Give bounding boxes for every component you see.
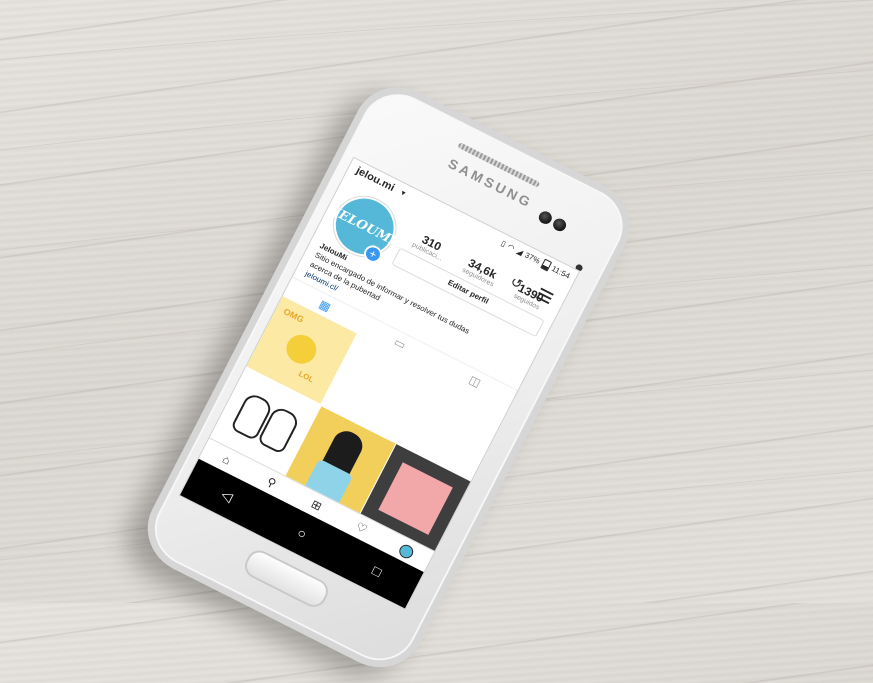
post-text: OMG — [281, 306, 306, 325]
post-text: LOL — [297, 369, 316, 385]
pink-note-illustration — [378, 461, 454, 535]
status-time: 11:54 — [550, 264, 572, 281]
battery-percent: 37% — [523, 250, 542, 266]
chevron-down-icon[interactable]: ▾ — [400, 188, 408, 197]
wifi-icon: ◠ — [506, 242, 517, 253]
signal-icon: ◢ — [515, 246, 525, 257]
avatar-logo: JELOUMI — [330, 204, 399, 249]
smiley-illustration — [281, 329, 322, 369]
profile-username[interactable]: jelou.mi — [354, 165, 396, 194]
proximity-sensor-icon — [550, 216, 569, 234]
